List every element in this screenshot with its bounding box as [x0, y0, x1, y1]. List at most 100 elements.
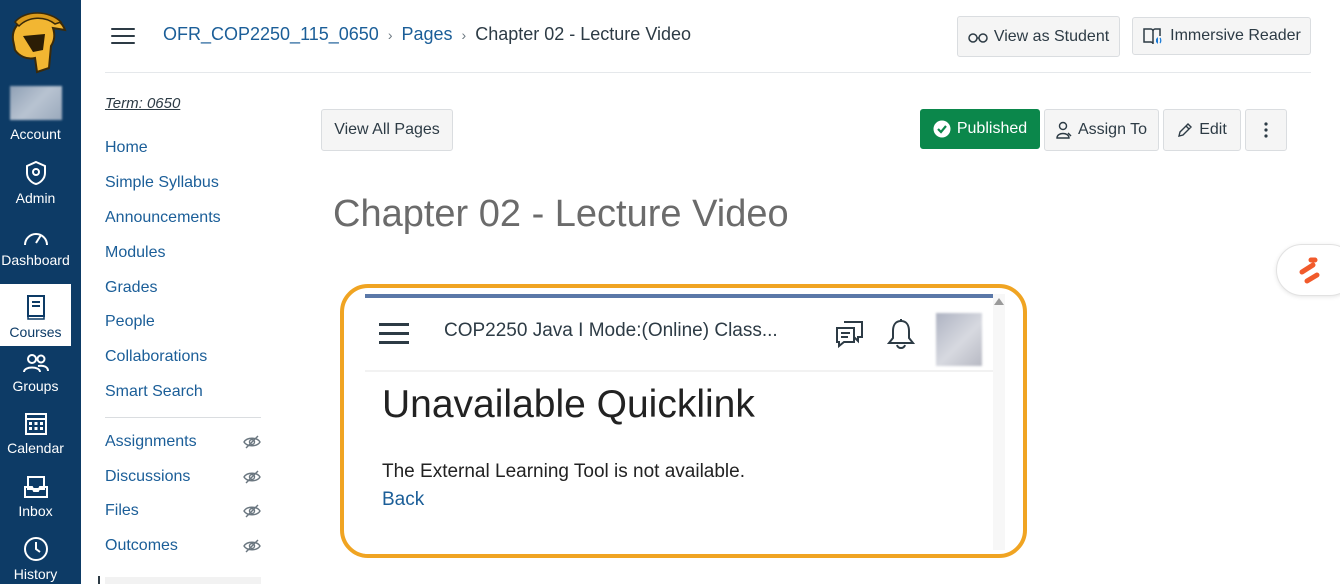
embed-course-title: COP2250 Java I Mode:(Online) Class...	[444, 320, 778, 341]
lti-embed-frame: COP2250 Java I Mode:(Online) Class... Un…	[340, 284, 1027, 558]
groups-icon	[22, 354, 49, 373]
helper-app-icon	[1299, 257, 1320, 284]
course-nav-modules[interactable]: Modules	[105, 235, 261, 270]
glasses-icon	[968, 32, 988, 43]
global-nav-label: Inbox	[18, 503, 53, 519]
kebab-menu-icon	[1264, 122, 1268, 138]
course-nav-divider	[105, 417, 261, 419]
course-nav-label: Smart Search	[105, 382, 203, 400]
user-icon	[1056, 121, 1072, 139]
clock-icon	[23, 537, 48, 561]
edit-button[interactable]: Edit	[1163, 109, 1241, 151]
check-circle-icon	[933, 120, 951, 138]
scroll-up-arrow-icon[interactable]	[994, 298, 1004, 305]
dashboard-icon	[23, 233, 48, 246]
global-nav-label: History	[13, 566, 58, 582]
global-nav-history[interactable]: History	[0, 526, 71, 588]
breadcrumb-pages[interactable]: Pages	[402, 24, 453, 45]
course-nav-next-item[interactable]	[105, 577, 261, 584]
trojan-helmet-logo[interactable]	[5, 10, 67, 74]
course-nav-label: Grades	[105, 278, 158, 296]
pencil-icon	[1178, 123, 1193, 137]
course-nav-files[interactable]: Files	[105, 494, 261, 529]
course-nav-assignments[interactable]: Assignments	[105, 424, 261, 459]
course-nav-outcomes[interactable]: Outcomes	[105, 529, 261, 564]
global-nav-inbox[interactable]: Inbox	[0, 463, 71, 525]
course-nav-label: Announcements	[105, 208, 221, 226]
bell-icon[interactable]	[886, 318, 916, 350]
assign-to-label: Assign To	[1077, 121, 1148, 138]
lti-embed-content: COP2250 Java I Mode:(Online) Class... Un…	[365, 294, 997, 554]
course-nav-discussions[interactable]: Discussions	[105, 459, 261, 494]
global-nav-label: Dashboard	[1, 252, 70, 268]
global-nav-dashboard[interactable]: Dashboard	[0, 212, 71, 274]
embed-back-link[interactable]: Back	[382, 489, 424, 511]
course-nav: Term: 0650 Home Simple Syllabus Announce…	[105, 95, 261, 564]
more-options-button[interactable]	[1245, 109, 1287, 151]
course-nav-home[interactable]: Home	[105, 131, 261, 166]
term-label: Term: 0650	[105, 95, 181, 112]
eye-slash-icon	[243, 539, 261, 553]
course-nav-label: Modules	[105, 243, 166, 261]
course-nav-collaborations[interactable]: Collaborations	[105, 340, 261, 375]
view-all-pages-label: View All Pages	[334, 121, 440, 138]
course-nav-smart-search[interactable]: Smart Search	[105, 375, 261, 410]
embed-header-divider	[365, 370, 997, 372]
embed-message: The External Learning Tool is not availa…	[382, 461, 745, 482]
chat-icon[interactable]	[834, 318, 866, 350]
view-as-student-button[interactable]: View as Student	[957, 16, 1120, 57]
global-nav-courses[interactable]: Courses	[0, 284, 71, 346]
course-nav-label: Collaborations	[105, 348, 208, 366]
edit-label: Edit	[1199, 121, 1227, 138]
global-nav-label: Groups	[12, 378, 59, 394]
breadcrumb-course[interactable]: OFR_COP2250_115_0650	[163, 24, 379, 45]
account-avatar	[9, 86, 62, 120]
global-nav-label: Calendar	[7, 440, 64, 456]
shield-icon	[25, 160, 46, 186]
embed-heading: Unavailable Quicklink	[382, 383, 755, 426]
global-nav: Account Admin Dashboard Courses Groups C…	[0, 0, 81, 584]
embed-menu-icon[interactable]	[379, 323, 409, 344]
chevron-right-icon: ›	[387, 26, 393, 43]
embed-user-avatar[interactable]	[936, 313, 982, 366]
course-nav-label: Simple Syllabus	[105, 174, 219, 192]
course-menu-toggle[interactable]	[111, 28, 135, 46]
published-button[interactable]: Published	[920, 109, 1040, 149]
hamburger-line	[111, 28, 135, 30]
page-header: OFR_COP2250_115_0650 › Pages › Chapter 0…	[105, 0, 1311, 73]
course-nav-active-marker	[98, 576, 100, 584]
course-nav-people[interactable]: People	[105, 305, 261, 340]
global-nav-account[interactable]: Account	[0, 86, 71, 148]
course-nav-label: Assignments	[105, 432, 197, 450]
menu-line	[379, 341, 409, 344]
menu-line	[379, 323, 409, 326]
global-nav-admin[interactable]: Admin	[0, 150, 71, 212]
inbox-icon	[23, 476, 48, 498]
global-nav-calendar[interactable]: Calendar	[0, 400, 71, 462]
chevron-right-icon: ›	[461, 26, 467, 43]
course-nav-simple-syllabus[interactable]: Simple Syllabus	[105, 166, 261, 201]
menu-line	[379, 332, 409, 335]
breadcrumb-current: Chapter 02 - Lecture Video	[475, 24, 692, 44]
course-nav-label: Files	[105, 502, 139, 520]
hamburger-line	[111, 35, 135, 37]
embed-scrollbar[interactable]	[993, 294, 1005, 550]
course-nav-grades[interactable]: Grades	[105, 270, 261, 305]
published-label: Published	[956, 120, 1028, 137]
global-nav-groups[interactable]: Groups	[0, 338, 71, 400]
course-nav-label: People	[105, 313, 155, 331]
breadcrumb: OFR_COP2250_115_0650 › Pages › Chapter 0…	[163, 24, 691, 45]
global-nav-label: Account	[10, 126, 61, 142]
global-nav-label: Admin	[15, 190, 56, 206]
course-nav-announcements[interactable]: Announcements	[105, 201, 261, 236]
view-all-pages-button[interactable]: View All Pages	[321, 109, 453, 151]
page-title: Chapter 02 - Lecture Video	[333, 193, 789, 235]
eye-slash-icon	[243, 504, 261, 518]
floating-helper-tab[interactable]	[1276, 244, 1340, 296]
view-as-student-label: View as Student	[993, 27, 1110, 45]
course-nav-label: Discussions	[105, 467, 191, 485]
immersive-reader-button[interactable]: Immersive Reader	[1132, 17, 1311, 55]
assign-to-button[interactable]: Assign To	[1044, 109, 1159, 151]
immersive-reader-icon	[1143, 28, 1162, 45]
book-icon	[26, 295, 45, 320]
